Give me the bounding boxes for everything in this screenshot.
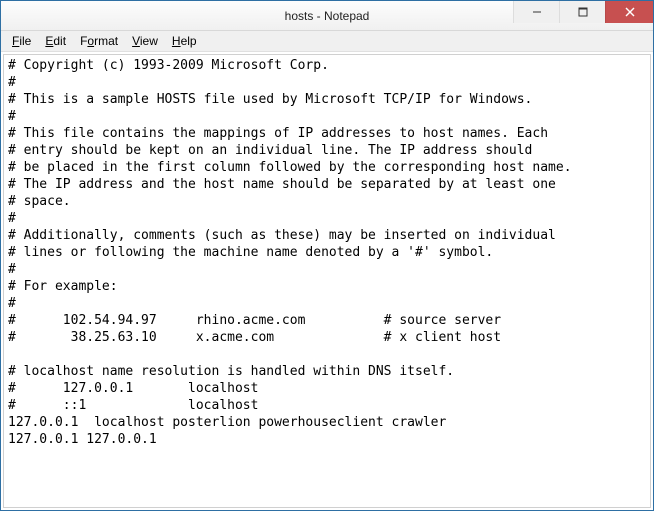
maximize-icon — [578, 7, 588, 17]
text-editor[interactable] — [4, 55, 650, 507]
maximize-button[interactable] — [559, 1, 605, 23]
menu-file[interactable]: File — [5, 32, 38, 50]
minimize-button[interactable] — [513, 1, 559, 23]
editor-container — [3, 54, 651, 508]
menu-help[interactable]: Help — [165, 32, 204, 50]
window-controls — [513, 1, 653, 23]
menu-edit[interactable]: Edit — [38, 32, 73, 50]
close-icon — [625, 7, 635, 17]
minimize-icon — [532, 7, 542, 17]
menu-format[interactable]: Format — [73, 32, 125, 50]
close-button[interactable] — [605, 1, 653, 23]
notepad-window: hosts - Notepad File Edit Format View He… — [0, 0, 654, 511]
titlebar[interactable]: hosts - Notepad — [1, 1, 653, 31]
menubar: File Edit Format View Help — [1, 31, 653, 52]
menu-view[interactable]: View — [125, 32, 165, 50]
